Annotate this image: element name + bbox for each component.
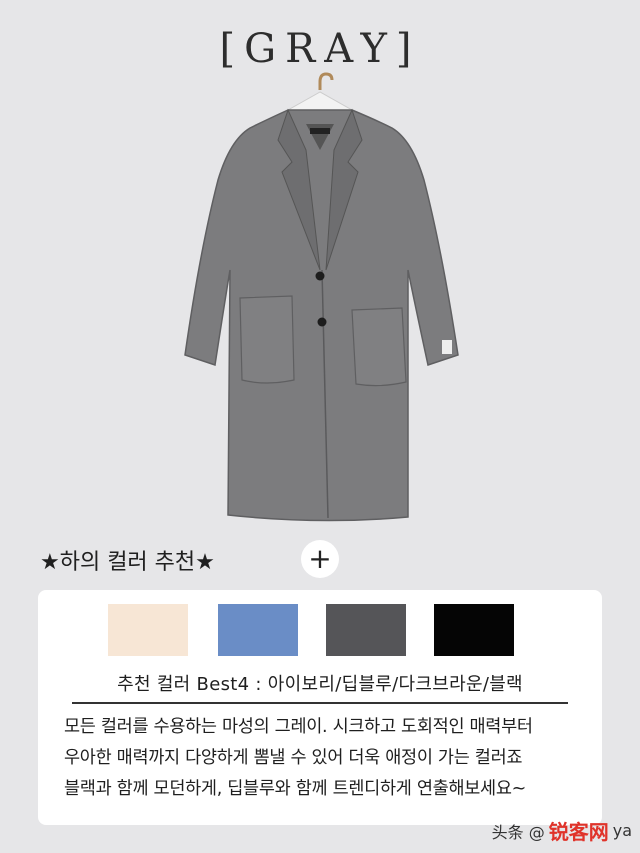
watermark-prefix: 头条 @: [491, 822, 545, 842]
description-line: 모든 컬러를 수용하는 마성의 그레이. 시크하고 도회적인 매력부터: [64, 717, 533, 737]
coat-illustration: [184, 72, 459, 522]
swatch-deep-blue: [218, 604, 298, 656]
plus-button[interactable]: +: [301, 540, 339, 578]
swatch-dark-gray: [326, 604, 406, 656]
description-line: 블랙과 함께 모던하게, 딥블루와 함께 트렌디하게 연출해보세요~: [64, 779, 527, 799]
watermark-brand: 锐客网: [548, 820, 609, 844]
watermark-suffix: ya: [612, 821, 632, 840]
description: 모든 컬러를 수용하는 마성의 그레이. 시크하고 도회적인 매력부터 우아한 …: [64, 712, 584, 805]
recommend-card: 추천 컬러 Best4 : 아이보리/딥블루/다크브라운/블랙 모든 컬러를 수…: [38, 590, 602, 825]
page-title: [GRAY]: [219, 26, 421, 72]
best-colors-line: 추천 컬러 Best4 : 아이보리/딥블루/다크브라운/블랙: [117, 674, 523, 695]
divider: [72, 702, 568, 704]
description-line: 우아한 매력까지 다양하게 뽐낼 수 있어 더욱 애정이 가는 컬러죠: [64, 748, 523, 768]
recommend-heading: ★하의 컬러 추천★: [40, 550, 215, 575]
swatch-black: [434, 604, 514, 656]
watermark: 头条 @ 锐客网 ya: [492, 816, 632, 845]
swatch-ivory: [108, 604, 188, 656]
coat-image: [170, 70, 470, 530]
